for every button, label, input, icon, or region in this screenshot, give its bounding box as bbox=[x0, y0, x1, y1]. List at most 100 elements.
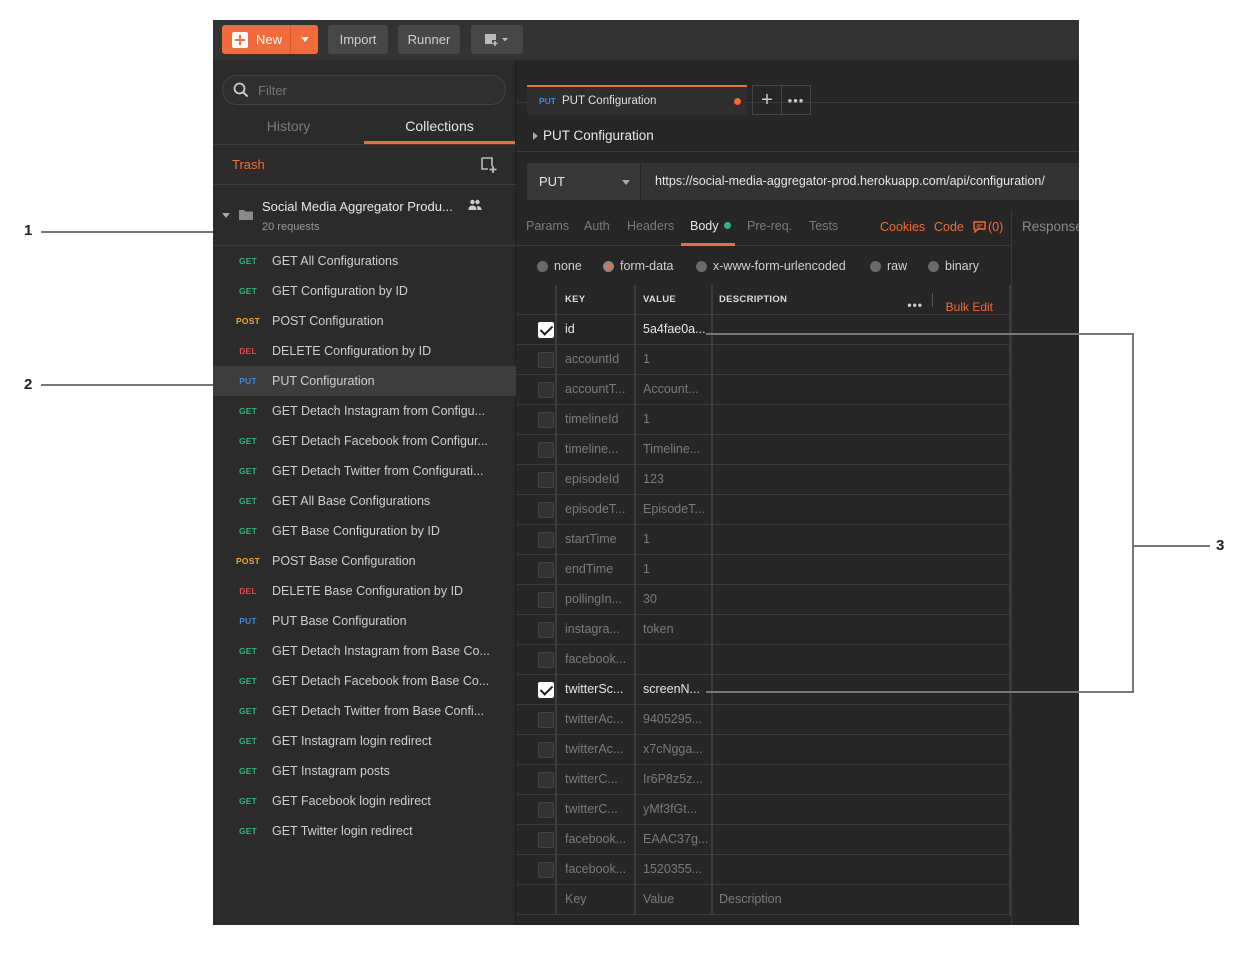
new-button[interactable]: New bbox=[222, 25, 318, 54]
key-cell[interactable]: facebook... bbox=[557, 855, 636, 885]
import-button[interactable]: Import bbox=[328, 25, 388, 54]
description-cell[interactable] bbox=[713, 735, 1011, 765]
row-checkbox[interactable] bbox=[538, 442, 554, 458]
collection-expand-icon[interactable] bbox=[222, 213, 230, 218]
key-cell[interactable]: startTime bbox=[557, 525, 636, 555]
sidebar-request-item[interactable]: GET GET Configuration by ID bbox=[213, 276, 516, 306]
value-cell[interactable]: Account... bbox=[636, 375, 713, 405]
description-cell[interactable] bbox=[713, 795, 1011, 825]
value-cell[interactable]: 5a4fae0a... bbox=[636, 315, 713, 345]
sidebar-request-item[interactable]: GET GET Facebook login redirect bbox=[213, 786, 516, 816]
key-cell[interactable]: pollingIn... bbox=[557, 585, 636, 615]
sidebar-request-item[interactable]: DEL DELETE Configuration by ID bbox=[213, 336, 516, 366]
new-value-input[interactable]: Value bbox=[636, 885, 713, 915]
description-cell[interactable] bbox=[713, 315, 1011, 345]
value-cell[interactable]: 1 bbox=[636, 405, 713, 435]
key-cell[interactable]: episodeId bbox=[557, 465, 636, 495]
description-cell[interactable] bbox=[713, 705, 1011, 735]
description-cell[interactable] bbox=[713, 675, 1011, 705]
description-cell[interactable] bbox=[713, 435, 1011, 465]
tab-history[interactable]: History bbox=[213, 112, 364, 144]
sidebar-request-item[interactable]: GET GET Twitter login redirect bbox=[213, 816, 516, 846]
code-link[interactable]: Code bbox=[934, 220, 964, 234]
key-cell[interactable]: facebook... bbox=[557, 645, 636, 675]
method-select[interactable]: PUT bbox=[527, 163, 641, 200]
key-cell[interactable]: timelineId bbox=[557, 405, 636, 435]
value-cell[interactable]: 1 bbox=[636, 345, 713, 375]
row-checkbox[interactable] bbox=[538, 412, 554, 428]
value-cell[interactable]: EpisodeT... bbox=[636, 495, 713, 525]
row-checkbox[interactable] bbox=[538, 382, 554, 398]
key-cell[interactable]: twitterAc... bbox=[557, 735, 636, 765]
row-checkbox[interactable] bbox=[538, 802, 554, 818]
new-description-input[interactable]: Description bbox=[713, 885, 1011, 915]
sidebar-request-item[interactable]: GET GET Detach Instagram from Configu... bbox=[213, 396, 516, 426]
new-key-input[interactable]: Key bbox=[557, 885, 636, 915]
row-checkbox[interactable] bbox=[538, 652, 554, 668]
value-cell[interactable]: EAAC37g... bbox=[636, 825, 713, 855]
tab-collections[interactable]: Collections bbox=[364, 112, 515, 144]
key-cell[interactable]: twitterC... bbox=[557, 795, 636, 825]
key-cell[interactable]: episodeT... bbox=[557, 495, 636, 525]
add-tab-button[interactable]: + bbox=[752, 85, 782, 115]
key-cell[interactable]: twitterC... bbox=[557, 765, 636, 795]
tab-body[interactable]: Body bbox=[690, 219, 731, 233]
sidebar-request-item[interactable]: PUT PUT Configuration bbox=[213, 366, 516, 396]
row-checkbox[interactable] bbox=[538, 562, 554, 578]
value-cell[interactable]: screenN... bbox=[636, 675, 713, 705]
description-cell[interactable] bbox=[713, 375, 1011, 405]
filter-input[interactable]: Filter bbox=[222, 75, 506, 105]
cookies-link[interactable]: Cookies bbox=[880, 220, 925, 234]
tab-params[interactable]: Params bbox=[526, 219, 569, 233]
row-checkbox[interactable] bbox=[538, 352, 554, 368]
value-cell[interactable]: 1520355... bbox=[636, 855, 713, 885]
key-cell[interactable]: timeline... bbox=[557, 435, 636, 465]
radio-form-data[interactable]: form-data bbox=[603, 259, 674, 273]
row-checkbox[interactable] bbox=[538, 772, 554, 788]
sidebar-request-item[interactable]: PUT PUT Base Configuration bbox=[213, 606, 516, 636]
pane-divider[interactable] bbox=[1011, 210, 1012, 925]
description-cell[interactable] bbox=[713, 465, 1011, 495]
radio-binary[interactable]: binary bbox=[928, 259, 979, 273]
description-cell[interactable] bbox=[713, 645, 1011, 675]
value-cell[interactable]: yMf3fGt... bbox=[636, 795, 713, 825]
row-checkbox[interactable] bbox=[538, 622, 554, 638]
row-checkbox[interactable] bbox=[538, 862, 554, 878]
value-cell[interactable]: 1 bbox=[636, 525, 713, 555]
row-checkbox[interactable] bbox=[538, 472, 554, 488]
sidebar-request-item[interactable]: GET GET Instagram login redirect bbox=[213, 726, 516, 756]
tab-prerequest[interactable]: Pre-req. bbox=[747, 219, 792, 233]
value-cell[interactable]: 9405295... bbox=[636, 705, 713, 735]
description-cell[interactable] bbox=[713, 855, 1011, 885]
tab-tests[interactable]: Tests bbox=[809, 219, 838, 233]
trash-link[interactable]: Trash bbox=[232, 157, 265, 172]
sidebar-request-item[interactable]: GET GET Detach Instagram from Base Co... bbox=[213, 636, 516, 666]
value-cell[interactable]: 1 bbox=[636, 555, 713, 585]
value-cell[interactable]: 30 bbox=[636, 585, 713, 615]
sidebar-request-item[interactable]: GET GET Detach Facebook from Base Co... bbox=[213, 666, 516, 696]
row-checkbox[interactable] bbox=[538, 832, 554, 848]
value-cell[interactable]: token bbox=[636, 615, 713, 645]
sidebar-request-item[interactable]: GET GET All Base Configurations bbox=[213, 486, 516, 516]
key-cell[interactable]: twitterAc... bbox=[557, 705, 636, 735]
description-cell[interactable] bbox=[713, 405, 1011, 435]
sidebar-request-item[interactable]: POST POST Base Configuration bbox=[213, 546, 516, 576]
value-cell[interactable] bbox=[636, 645, 713, 675]
request-title-row[interactable]: PUT Configuration bbox=[517, 120, 1079, 152]
caret-right-icon[interactable] bbox=[533, 132, 538, 140]
sidebar-request-item[interactable]: GET GET Detach Facebook from Configur... bbox=[213, 426, 516, 456]
sidebar-request-item[interactable]: GET GET Detach Twitter from Base Confi... bbox=[213, 696, 516, 726]
sidebar-request-item[interactable]: GET GET All Configurations bbox=[213, 246, 516, 276]
description-cell[interactable] bbox=[713, 495, 1011, 525]
new-dropdown-caret[interactable] bbox=[290, 25, 318, 54]
tab-auth[interactable]: Auth bbox=[584, 219, 610, 233]
key-cell[interactable]: twitterSc... bbox=[557, 675, 636, 705]
row-checkbox[interactable] bbox=[538, 742, 554, 758]
row-checkbox[interactable] bbox=[538, 532, 554, 548]
description-cell[interactable] bbox=[713, 615, 1011, 645]
tab-options-button[interactable]: ••• bbox=[781, 85, 811, 115]
key-cell[interactable]: id bbox=[557, 315, 636, 345]
description-cell[interactable] bbox=[713, 555, 1011, 585]
comments-button[interactable]: (0) bbox=[973, 220, 1003, 234]
value-cell[interactable]: Ir6P8z5z... bbox=[636, 765, 713, 795]
